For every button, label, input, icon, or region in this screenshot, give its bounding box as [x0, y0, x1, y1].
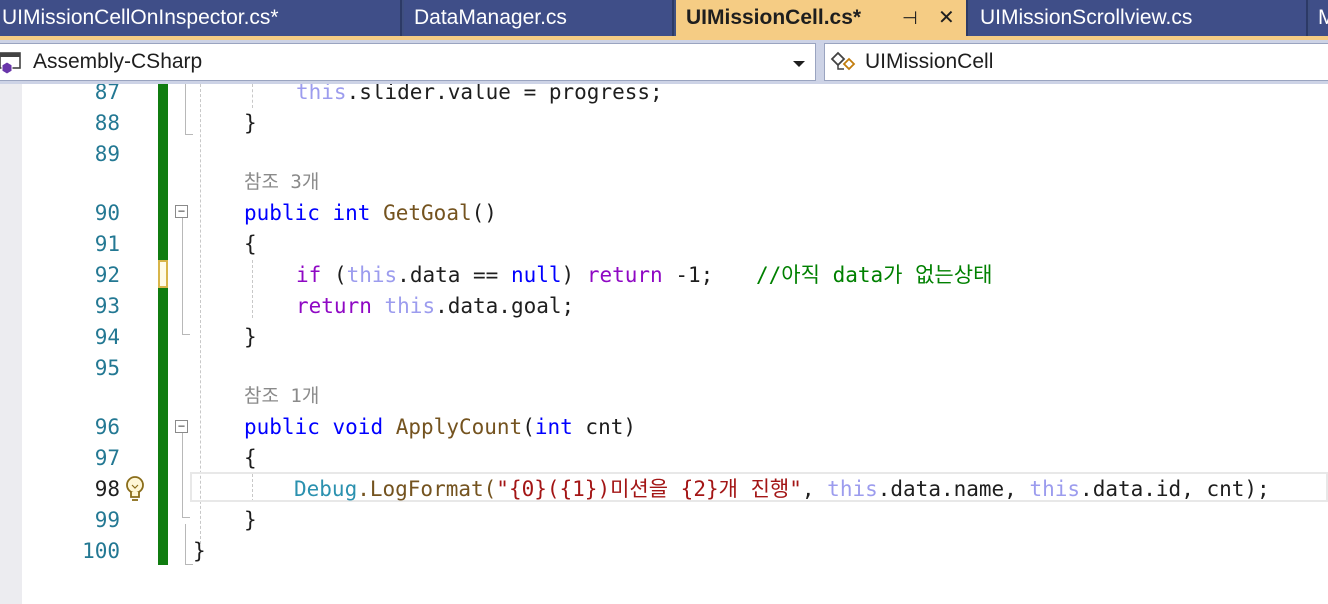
line-number: 94 [94, 325, 120, 349]
class-name: UIMissionCell [865, 50, 994, 73]
tab-uimissionscrollview[interactable]: UIMissionScrollview.cs [970, 0, 1308, 36]
line-number: 90 [94, 201, 120, 225]
code-line-96[interactable]: public void ApplyCount(int cnt) [244, 415, 636, 439]
code-line-93[interactable]: return this.data.goal; [296, 294, 574, 318]
outline-guide [182, 334, 190, 335]
line-number: 88 [94, 111, 120, 135]
outline-guide [182, 433, 183, 517]
indent-guide [252, 260, 253, 318]
line-number-current: 98 [94, 477, 120, 501]
chevron-down-icon[interactable] [793, 61, 805, 67]
code-line-92[interactable]: if (this.data == null) return -1; [296, 263, 713, 287]
document-tab-bar: UIMissionCellOnInspector.cs* DataManager… [0, 0, 1328, 38]
line-number: 99 [94, 508, 120, 532]
tab-label: UIMissionCell.cs* [686, 6, 862, 29]
code-line-100[interactable]: } [193, 539, 206, 563]
tab-label: UIMissionScrollview.cs [980, 6, 1193, 29]
code-line-94[interactable]: } [244, 325, 257, 349]
code-line-99[interactable]: } [244, 508, 257, 532]
class-icon [829, 49, 861, 80]
tab-label: M [1318, 6, 1328, 29]
outline-guide [185, 84, 186, 134]
tab-uimissioncellinspector[interactable]: UIMissionCellOnInspector.cs* [0, 0, 402, 36]
line-number: 96 [94, 415, 120, 439]
code-line-98[interactable]: Debug.LogFormat("{0}({1})미션을 {2}개 진행", t… [294, 477, 1270, 501]
tab-label: UIMissionCellOnInspector.cs* [2, 6, 279, 29]
line-number: 95 [94, 356, 120, 380]
line-number: 100 [82, 539, 120, 563]
codelens-references[interactable]: 참조 1개 [244, 384, 319, 408]
code-line-87[interactable]: this.slider.value = progress; [296, 84, 663, 104]
editor-margin [0, 84, 22, 604]
indent-guide [252, 84, 253, 108]
outline-guide [182, 517, 190, 518]
tab-datamanager[interactable]: DataManager.cs [404, 0, 674, 36]
code-editor[interactable]: 87 88 89 90 91 92 93 94 95 96 97 98 99 1… [0, 84, 1328, 604]
outline-guide [185, 564, 193, 565]
collapse-toggle-icon[interactable]: − [175, 420, 188, 433]
code-line-90[interactable]: public int GetGoal() [244, 201, 497, 225]
unsaved-change-marker [158, 260, 168, 288]
code-line-88[interactable]: } [244, 111, 257, 135]
line-number: 89 [94, 142, 120, 166]
line-number: 87 [94, 84, 120, 104]
project-dropdown[interactable]: Assembly-CSharp [0, 43, 816, 81]
navigation-bar: Assembly-CSharp UIMissionCell [0, 40, 1328, 84]
outline-guide [185, 134, 193, 135]
tab-overflow[interactable]: M [1310, 0, 1328, 36]
tab-label: DataManager.cs [414, 6, 567, 29]
outline-guide [185, 524, 186, 564]
tab-uimissioncell[interactable]: UIMissionCell.cs* ⊣ ✕ [676, 0, 968, 38]
class-dropdown[interactable]: UIMissionCell [824, 43, 1328, 81]
line-number: 92 [94, 263, 120, 287]
pin-icon[interactable]: ⊣ [902, 0, 918, 36]
code-comment[interactable]: //아직 data가 없는상태 [756, 263, 992, 287]
line-number: 93 [94, 294, 120, 318]
project-name: Assembly-CSharp [33, 50, 203, 73]
saved-changes-bar [158, 84, 168, 565]
csharp-project-icon [0, 50, 25, 80]
line-number: 91 [94, 232, 120, 256]
code-line-97[interactable]: { [244, 446, 257, 470]
collapse-toggle-icon[interactable]: − [175, 205, 188, 218]
code-line-91[interactable]: { [244, 232, 257, 256]
close-icon[interactable]: ✕ [938, 0, 955, 36]
outline-guide [182, 218, 183, 334]
lightbulb-icon[interactable] [122, 474, 148, 508]
codelens-references[interactable]: 참조 3개 [244, 170, 319, 194]
line-number: 97 [94, 446, 120, 470]
